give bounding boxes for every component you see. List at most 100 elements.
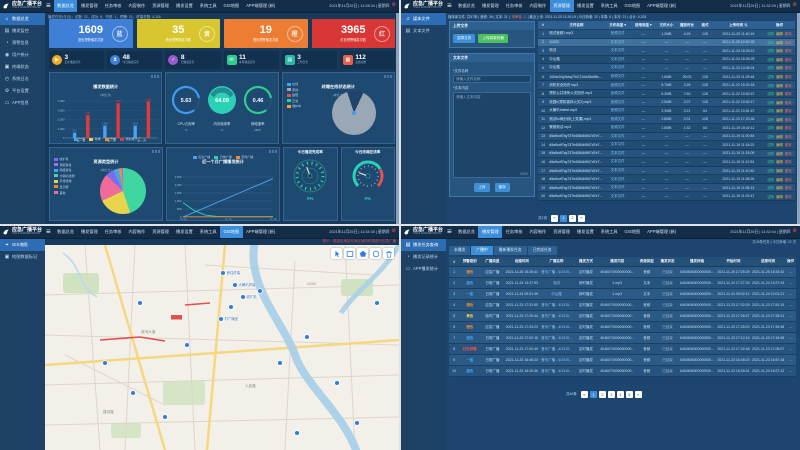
nav-item-7[interactable]: 系统工具 — [597, 226, 621, 238]
tab-2[interactable]: 广播中 — [471, 246, 493, 255]
nav-item-1[interactable]: 数据总览 — [455, 0, 479, 12]
sidebar-item-7[interactable]: ⚙ 平台设置 — [0, 85, 45, 97]
op-删除[interactable]: 删除 — [785, 178, 792, 182]
nav-item-8[interactable]: GIS地图 — [621, 226, 644, 238]
map-marker[interactable] — [240, 294, 246, 300]
sidebar-item-3[interactable]: ▭ APP播发统计 — [401, 263, 446, 275]
nav-item-9[interactable]: APP端管理 (新) — [243, 0, 279, 12]
op-试听[interactable]: 试听 — [767, 32, 774, 36]
op-试听[interactable]: 试听 — [767, 135, 774, 139]
table-row-10[interactable]: 10 大喇叭hctest.mp3 音频文件 — 2.3MB 2:21 64 2021-11-2… — [538, 106, 795, 116]
nav-item-9[interactable]: APP端管理 (新) — [644, 226, 680, 238]
table-row-3[interactable]: 3 一般 日常广播 2021-11-24 09:01:49 中山路 即时播发 1.mp3 文本… — [449, 289, 796, 300]
nav-item-3[interactable]: 任务审核 — [502, 226, 526, 238]
op-编辑[interactable]: 编辑 — [776, 152, 783, 156]
text-content-textarea[interactable]: 请输入文本内容 0/500 — [453, 92, 531, 178]
op-试听[interactable]: 试听 — [767, 92, 774, 96]
table-row-3[interactable]: 3 测试 文本文件 — — — — 2021-11-24 16:25:12 试听 编辑 删除 — [538, 47, 795, 56]
nav-item-2[interactable]: 播发管理 — [77, 0, 101, 12]
op-试听[interactable]: 试听 — [767, 84, 774, 88]
map-marker[interactable] — [102, 360, 108, 366]
op-试听[interactable]: 试听 — [767, 126, 774, 130]
op-试听[interactable]: 试听 — [767, 41, 774, 45]
nav-item-6[interactable]: 播发设置 — [574, 226, 598, 238]
sidebar-item-2[interactable]: ▤ 播发监控 — [0, 25, 45, 37]
nav-item-3[interactable]: 任务审核 — [502, 0, 526, 12]
sidebar-item-1[interactable]: ⌖ GIS地图 — [0, 239, 45, 251]
page-button-»[interactable]: » — [634, 391, 642, 398]
op-试听[interactable]: 试听 — [767, 66, 774, 70]
nav-item-8[interactable]: GIS地图 — [621, 0, 644, 12]
nav-item-4[interactable]: 内容制作 — [526, 0, 550, 12]
nav-item-1[interactable]: 数据总览 — [455, 226, 479, 238]
nav-item-9[interactable]: APP端管理 (新) — [644, 0, 680, 12]
table-row-15[interactable]: 15 d5a9cdf7ay737b4084b5f47d7e7... 文本文件 — — — —… — [538, 149, 795, 159]
table-row-19[interactable]: 19 d5a9cdf7ay737b4084b5f47d7e7... 文本文件 — — — —… — [538, 183, 795, 193]
logout-icon[interactable]: ⊗ — [391, 3, 396, 9]
nav-item-2[interactable]: 播发管理 — [478, 0, 502, 12]
table-row-12[interactable]: 12 警报测试.mp3 音频文件 — 1.8MB 1:32 64 2021-11-19 15:… — [538, 124, 795, 133]
nav-item-1[interactable]: 数据总览 — [53, 0, 78, 12]
menu-toggle-icon[interactable]: ≡ — [447, 2, 452, 10]
nav-item-8[interactable]: GIS地图 — [220, 226, 243, 238]
page-button-1[interactable]: 1 — [559, 214, 567, 222]
op-删除[interactable]: 删除 — [785, 66, 792, 70]
op-删除[interactable]: 删除 — [785, 101, 792, 105]
polygon-tool-icon[interactable] — [357, 248, 368, 259]
op-编辑[interactable]: 编辑 — [776, 92, 783, 96]
map-marker[interactable] — [228, 304, 234, 310]
nav-item-7[interactable]: 系统工具 — [597, 0, 621, 12]
map-marker[interactable] — [184, 342, 190, 348]
nav-item-4[interactable]: 内容制作 — [526, 226, 550, 238]
trash-tool-icon[interactable] — [383, 248, 394, 259]
page-button-2[interactable]: 2 — [598, 391, 606, 398]
op-试听[interactable]: 试听 — [767, 109, 774, 113]
op-编辑[interactable]: 编辑 — [776, 186, 783, 190]
map-marker[interactable] — [220, 270, 226, 276]
table-row-11[interactable]: 11 测试hc两分钟(上党课).mp3 音频文件 — 2.8MB 2:01 128 2021-… — [538, 115, 795, 125]
sidebar-item-4[interactable]: ◉ 用户统计 — [0, 49, 45, 61]
op-删除[interactable]: 删除 — [785, 143, 792, 147]
op-试听[interactable]: 试听 — [767, 49, 774, 53]
op-试听[interactable]: 试听 — [767, 143, 774, 147]
table-row-20[interactable]: 20 d5a9cdf7ay737b4084b5f47d7e7... 文本文件 — — — —… — [538, 192, 795, 201]
op-删除[interactable]: 删除 — [785, 92, 792, 96]
nav-item-7[interactable]: 系统工具 — [196, 226, 220, 238]
circle-tool-icon[interactable] — [370, 248, 381, 259]
op-删除[interactable]: 删除 — [785, 169, 792, 173]
sidebar-item-1[interactable]: ▤ 播发任务查询 — [401, 239, 446, 251]
panel-corner-icon[interactable] — [383, 75, 392, 78]
sidebar-item-6[interactable]: ◴ 系统日志 — [0, 73, 45, 85]
table-row-9[interactable]: 9 校园b(预防森林火灾2).mp3 音频文件 — 2.5MB 2:07 128 2021-1… — [538, 98, 795, 107]
op-试听[interactable]: 试听 — [767, 101, 774, 105]
op-编辑[interactable]: 编辑 — [776, 101, 783, 105]
op-删除[interactable]: 删除 — [785, 49, 792, 53]
menu-toggle-icon[interactable]: ≡ — [46, 228, 51, 236]
op-编辑[interactable]: 编辑 — [776, 109, 783, 113]
tab-3[interactable]: 最新播发任务 — [493, 246, 527, 255]
page-button-2[interactable]: 2 — [568, 214, 576, 222]
op-试听[interactable]: 试听 — [767, 160, 774, 164]
table-row-10[interactable]: 10 蓝色 日常广播 2021-11-23 16:25:36 音乐广播 - 4/1315… — [449, 366, 796, 377]
upload-server-button[interactable]: 上传到服务器 — [478, 34, 508, 43]
op-试听[interactable]: 试听 — [767, 118, 774, 122]
rectangle-tool-icon[interactable] — [344, 248, 355, 259]
table-row-2[interactable]: 2 蓝色 日常广播 2021-11-24 13:27:53 测试 即时播发 1.mp3 文本 已… — [449, 278, 796, 289]
map-marker[interactable] — [218, 316, 224, 322]
op-试听[interactable]: 试听 — [767, 75, 774, 79]
nav-item-5[interactable]: 资源管理 — [549, 0, 574, 12]
sidebar-item-1[interactable]: ⌂ 数据总览 — [0, 13, 45, 25]
op-删除[interactable]: 删除 — [785, 84, 792, 88]
op-编辑[interactable]: 编辑 — [776, 160, 783, 164]
tab-1[interactable]: 未播发 — [449, 246, 471, 255]
map-marker[interactable] — [354, 420, 360, 426]
page-button-3[interactable]: 3 — [607, 391, 615, 398]
nav-item-4[interactable]: 内容制作 — [125, 0, 149, 12]
nav-item-5[interactable]: 资源管理 — [550, 226, 574, 238]
op-编辑[interactable]: 编辑 — [776, 143, 783, 147]
op-编辑[interactable]: 编辑 — [776, 75, 783, 79]
op-删除[interactable]: 删除 — [785, 160, 792, 164]
panel-corner-icon[interactable] — [152, 150, 160, 153]
map-marker[interactable] — [257, 288, 263, 294]
submit-button[interactable]: 上传 — [474, 183, 490, 192]
